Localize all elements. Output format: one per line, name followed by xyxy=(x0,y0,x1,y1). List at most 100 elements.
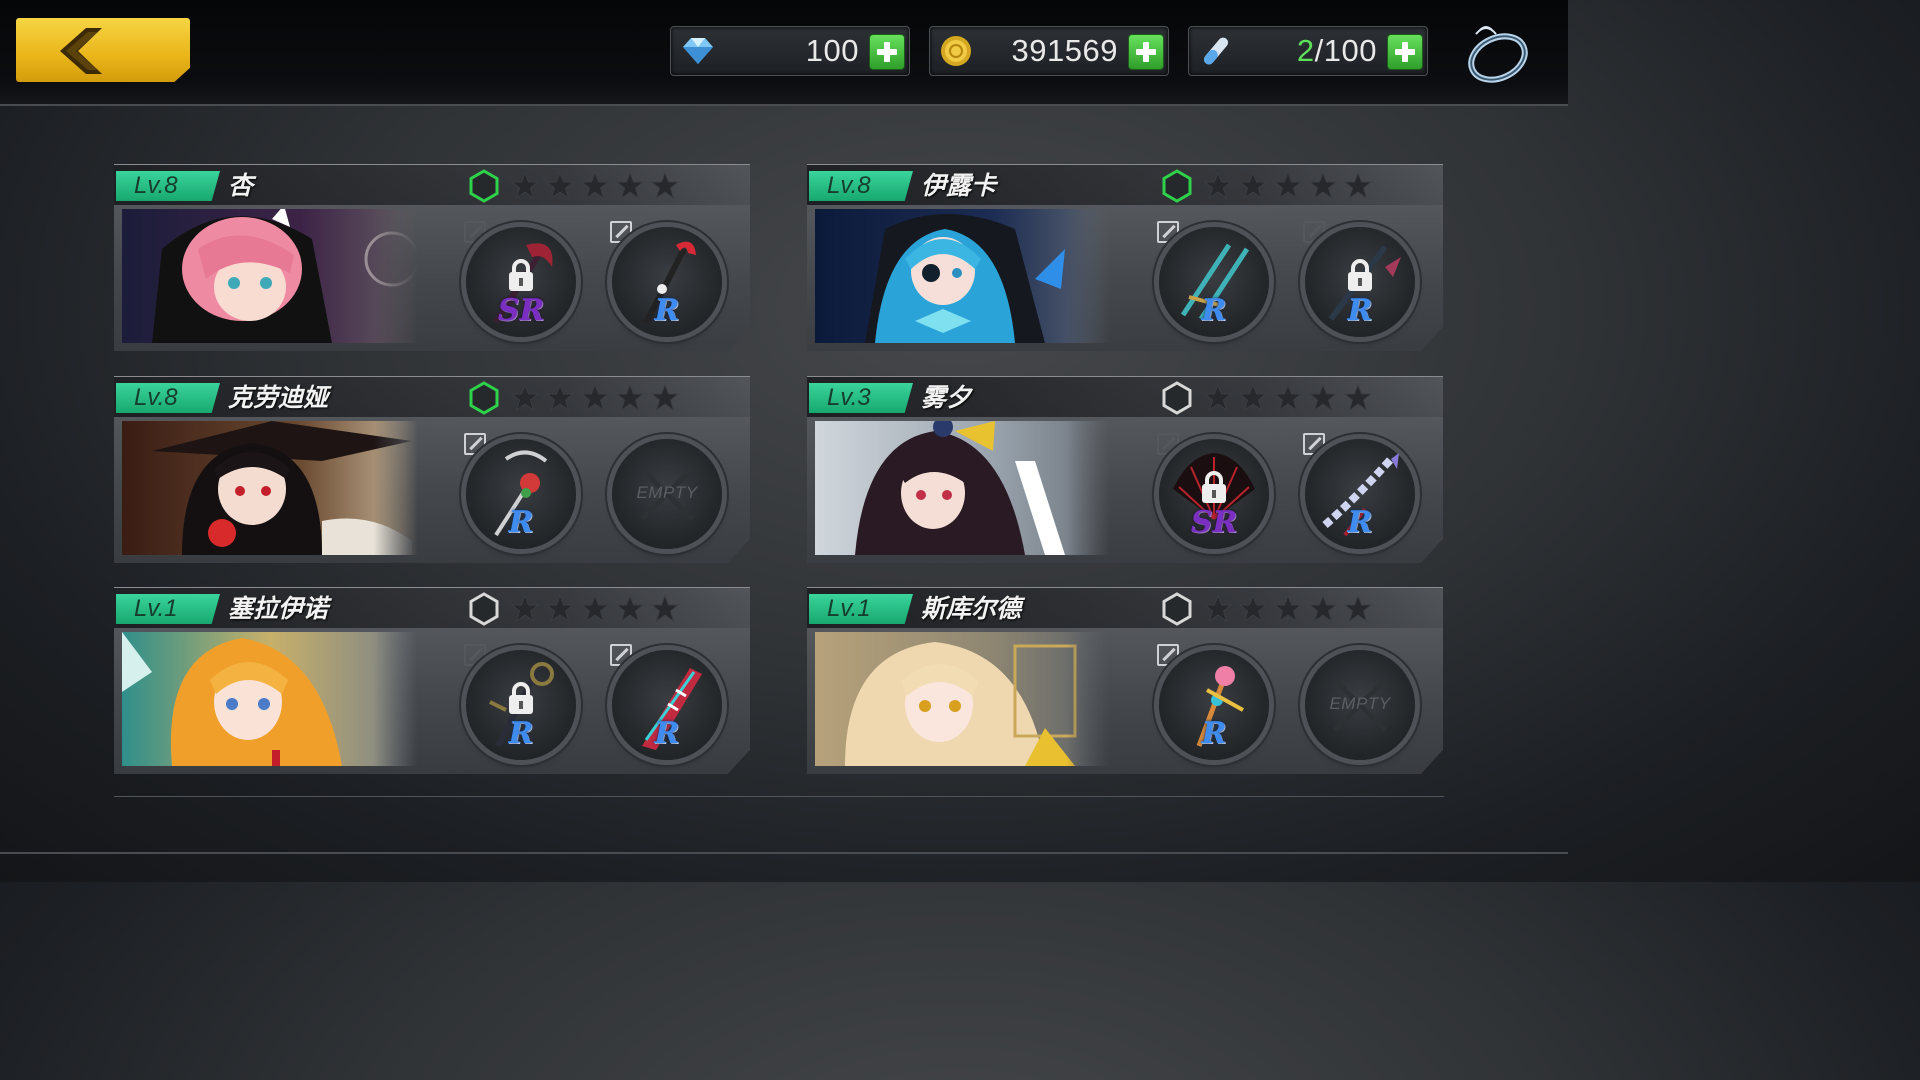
divider xyxy=(114,796,1444,797)
rarity-label: R xyxy=(1201,716,1227,751)
hexagon-icon xyxy=(1162,592,1192,626)
star-icon xyxy=(545,171,575,200)
star-rating xyxy=(510,171,680,201)
star-icon xyxy=(1238,383,1268,412)
stamina-count: 2/100 xyxy=(1296,33,1377,68)
star-icon xyxy=(510,171,540,200)
gold-count: 391569 xyxy=(1011,33,1118,68)
star-icon xyxy=(510,594,540,623)
chevron-left-icon xyxy=(60,28,102,74)
character-card-4[interactable]: Lv.3 雾夕 SR R xyxy=(807,376,1443,563)
test-tube-icon xyxy=(1203,37,1229,65)
rarity-label: R xyxy=(1347,293,1373,328)
weapon-slot-1[interactable]: R xyxy=(466,650,576,760)
lock-icon xyxy=(509,682,533,714)
star-icon xyxy=(545,594,575,623)
rarity-label: R xyxy=(654,716,680,751)
character-name: 克劳迪娅 xyxy=(228,383,329,412)
add-gold-button[interactable] xyxy=(1128,34,1164,70)
weapon-slot-2[interactable]: R xyxy=(1305,227,1415,337)
character-portrait xyxy=(815,632,1111,766)
star-icon xyxy=(1273,383,1303,412)
gem-counter: 100 xyxy=(670,26,910,76)
weapon-slot-2[interactable]: R xyxy=(1305,439,1415,549)
star-icon xyxy=(1203,383,1233,412)
star-icon xyxy=(1343,171,1373,200)
star-icon xyxy=(1343,383,1373,412)
star-rating xyxy=(1203,171,1373,201)
star-icon xyxy=(615,383,645,412)
hexagon-icon xyxy=(469,592,499,626)
character-card-5[interactable]: Lv.1 塞拉伊诺 R R xyxy=(114,587,750,774)
character-card-2[interactable]: Lv.8 伊露卡 R R xyxy=(807,164,1443,351)
star-rating xyxy=(510,594,680,624)
weapon-slot-1[interactable]: SR xyxy=(466,227,576,337)
bottom-divider xyxy=(0,852,1568,854)
star-icon xyxy=(1308,171,1338,200)
star-icon xyxy=(580,171,610,200)
empty-label: EMPTY xyxy=(636,483,698,502)
weapon-slot-1[interactable]: R xyxy=(466,439,576,549)
lock-icon xyxy=(509,259,533,291)
star-icon xyxy=(1308,383,1338,412)
weapon-slot-1[interactable]: R xyxy=(1159,227,1269,337)
character-card-6[interactable]: Lv.1 斯库尔德 R EMPTY xyxy=(807,587,1443,774)
gold-counter: 391569 xyxy=(929,26,1169,76)
star-icon xyxy=(1343,594,1373,623)
hexagon-icon xyxy=(1162,169,1192,203)
star-icon xyxy=(1238,171,1268,200)
character-card-1[interactable]: Lv.8 杏 SR R xyxy=(114,164,750,351)
level-badge: Lv.1 xyxy=(809,594,913,624)
rarity-label: R xyxy=(508,716,534,751)
star-icon xyxy=(510,383,540,412)
gold-coin-icon xyxy=(941,36,971,66)
diamond-gem-icon xyxy=(683,38,713,64)
star-icon xyxy=(580,594,610,623)
star-icon xyxy=(1273,171,1303,200)
level-badge: Lv.8 xyxy=(809,171,913,201)
weapon-slot-1[interactable]: SR xyxy=(1159,439,1269,549)
level-badge: Lv.8 xyxy=(116,383,220,413)
star-icon xyxy=(650,594,680,623)
star-icon xyxy=(1238,594,1268,623)
character-name: 斯库尔德 xyxy=(921,594,1022,623)
star-rating xyxy=(510,383,680,413)
weapon-slot-2[interactable]: R xyxy=(612,650,722,760)
character-name: 雾夕 xyxy=(921,383,972,412)
star-icon xyxy=(580,383,610,412)
rarity-label: SR xyxy=(497,293,545,328)
level-badge: Lv.3 xyxy=(809,383,913,413)
add-gems-button[interactable] xyxy=(869,34,905,70)
weapon-slot-1[interactable]: R xyxy=(1159,650,1269,760)
star-rating xyxy=(1203,594,1373,624)
weapon-slot-2-empty[interactable]: EMPTY xyxy=(612,439,722,549)
character-portrait xyxy=(122,209,418,343)
character-portrait xyxy=(815,421,1111,555)
character-portrait xyxy=(122,421,418,555)
star-rating xyxy=(1203,383,1373,413)
character-portrait xyxy=(815,209,1111,343)
rarity-label: R xyxy=(508,505,534,540)
character-name: 伊露卡 xyxy=(921,171,997,200)
rarity-label: R xyxy=(1201,293,1227,328)
weapon-slot-2[interactable]: R xyxy=(612,227,722,337)
weapon-slot-2-empty[interactable]: EMPTY xyxy=(1305,650,1415,760)
hexagon-icon xyxy=(1162,381,1192,415)
star-icon xyxy=(1308,594,1338,623)
gem-count: 100 xyxy=(805,33,859,68)
star-icon xyxy=(650,171,680,200)
hexagon-icon xyxy=(469,169,499,203)
level-badge: Lv.8 xyxy=(116,171,220,201)
stamina-counter: 2/100 xyxy=(1188,26,1428,76)
back-button[interactable] xyxy=(16,18,190,82)
star-icon xyxy=(1273,594,1303,623)
empty-label: EMPTY xyxy=(1329,694,1391,713)
add-stamina-button[interactable] xyxy=(1387,34,1423,70)
top-bar: 100 391569 2/100 xyxy=(0,0,1568,106)
ring-icon[interactable] xyxy=(1460,20,1532,86)
hexagon-icon xyxy=(469,381,499,415)
star-icon xyxy=(1203,594,1233,623)
character-card-3[interactable]: Lv.8 克劳迪娅 R EMPTY xyxy=(114,376,750,563)
rarity-label: R xyxy=(1347,505,1373,540)
rarity-label: SR xyxy=(1190,505,1238,540)
